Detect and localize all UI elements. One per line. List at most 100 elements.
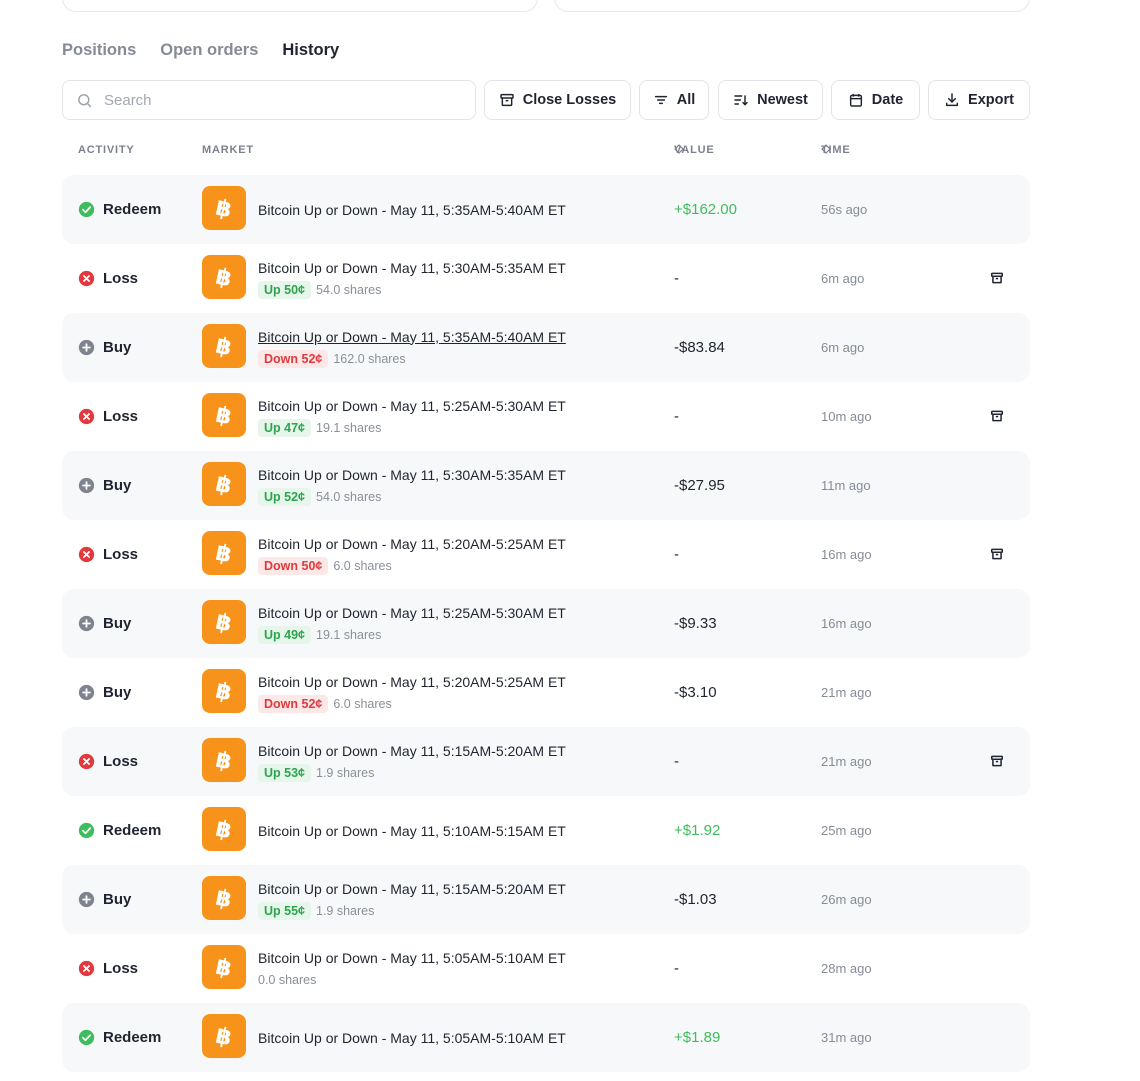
history-table: Redeem ฿ Bitcoin Up or Down - May 11, 5:35…: [62, 175, 1030, 1072]
market-title-link[interactable]: Bitcoin Up or Down - May 11, 5:30AM-5:35…: [258, 259, 566, 277]
table-row[interactable]: Buy ฿ Bitcoin Up or Down - May 11, 5:15AM-…: [62, 865, 1030, 934]
shares-text: 1.9 shares: [316, 765, 375, 780]
outcome-badge: Down 52¢: [258, 349, 329, 368]
archive-icon[interactable]: [990, 754, 1004, 768]
market-cell: Bitcoin Up or Down - May 11, 5:05AM-5:10…: [258, 1003, 566, 1072]
table-row[interactable]: Buy ฿ Bitcoin Up or Down - May 11, 5:20AM-…: [62, 658, 1030, 727]
table-row[interactable]: Loss ฿ Bitcoin Up or Down - May 11, 5:25AM…: [62, 382, 1030, 451]
table-row[interactable]: Loss ฿ Bitcoin Up or Down - May 11, 5:05AM…: [62, 934, 1030, 1003]
market-title-link[interactable]: Bitcoin Up or Down - May 11, 5:35AM-5:40…: [258, 328, 566, 346]
svg-text:฿: ฿: [213, 195, 234, 221]
time-cell: 11m ago: [821, 478, 871, 493]
activity-label: Redeem: [103, 822, 162, 839]
tab-open-orders[interactable]: Open orders: [160, 40, 258, 60]
svg-text:฿: ฿: [213, 747, 234, 773]
close-losses-button[interactable]: Close Losses: [484, 80, 631, 120]
table-row[interactable]: Redeem ฿ Bitcoin Up or Down - May 11, 5:10…: [62, 796, 1030, 865]
market-title-link[interactable]: Bitcoin Up or Down - May 11, 5:35AM-5:40…: [258, 201, 566, 219]
export-label: Export: [968, 92, 1014, 108]
market-cell: Bitcoin Up or Down - May 11, 5:05AM-5:10…: [258, 934, 566, 1003]
header-time-sort[interactable]: TIME: [821, 144, 850, 156]
svg-text:฿: ฿: [213, 885, 234, 911]
table-row[interactable]: Loss ฿ Bitcoin Up or Down - May 11, 5:30AM…: [62, 244, 1030, 313]
market-title-link[interactable]: Bitcoin Up or Down - May 11, 5:20AM-5:25…: [258, 673, 566, 691]
outcome-badge: Up 55¢: [258, 901, 311, 920]
activity-label: Buy: [103, 477, 132, 494]
bitcoin-icon: ฿: [202, 186, 246, 230]
position-details: Up 55¢ 1.9 shares: [258, 901, 566, 920]
value-cell: -: [674, 960, 679, 977]
plus-circle-icon: [78, 615, 95, 632]
bitcoin-icon: ฿: [202, 600, 246, 644]
date-filter-button[interactable]: Date: [831, 80, 920, 120]
archive-icon[interactable]: [990, 409, 1004, 423]
table-row[interactable]: Buy ฿ Bitcoin Up or Down - May 11, 5:35AM-…: [62, 313, 1030, 382]
time-cell: 21m ago: [821, 754, 872, 769]
sort-newest-button[interactable]: Newest: [718, 80, 823, 120]
value-cell: -$9.33: [674, 615, 717, 632]
market-title-link[interactable]: Bitcoin Up or Down - May 11, 5:30AM-5:35…: [258, 466, 566, 484]
header-value-sort[interactable]: VALUE: [674, 144, 714, 156]
filter-all-button[interactable]: All: [639, 80, 709, 120]
value-cell: -: [674, 753, 679, 770]
x-circle-icon: [78, 270, 95, 287]
market-title-link[interactable]: Bitcoin Up or Down - May 11, 5:05AM-5:10…: [258, 1029, 566, 1047]
sort-icon: [734, 95, 748, 106]
value-cell: -: [674, 408, 679, 425]
table-row[interactable]: Buy ฿ Bitcoin Up or Down - May 11, 5:25AM-…: [62, 589, 1030, 658]
activity-cell: Loss: [78, 727, 138, 796]
market-title-link[interactable]: Bitcoin Up or Down - May 11, 5:25AM-5:30…: [258, 397, 566, 415]
bitcoin-icon: ฿: [202, 531, 246, 575]
archive-icon[interactable]: [990, 547, 1004, 561]
plus-circle-icon: [78, 339, 95, 356]
activity-cell: Redeem: [78, 796, 161, 865]
export-button[interactable]: Export: [928, 80, 1030, 120]
activity-cell: Buy: [78, 865, 131, 934]
market-title-link[interactable]: Bitcoin Up or Down - May 11, 5:25AM-5:30…: [258, 604, 566, 622]
table-header: ACTIVITY MARKET VALUE TIME: [78, 144, 851, 156]
tab-history[interactable]: History: [282, 40, 339, 60]
svg-text:฿: ฿: [213, 471, 234, 497]
activity-label: Loss: [103, 408, 139, 425]
position-details: Up 49¢ 19.1 shares: [258, 625, 566, 644]
sort-newest-label: Newest: [757, 92, 808, 108]
filter-all-label: All: [676, 92, 696, 108]
market-cell: Bitcoin Up or Down - May 11, 5:20AM-5:25…: [258, 520, 566, 589]
time-cell: 16m ago: [821, 616, 872, 631]
market-title-link[interactable]: Bitcoin Up or Down - May 11, 5:20AM-5:25…: [258, 535, 566, 553]
tab-positions[interactable]: Positions: [62, 40, 136, 60]
market-title-link[interactable]: Bitcoin Up or Down - May 11, 5:15AM-5:20…: [258, 880, 566, 898]
archive-icon[interactable]: [990, 271, 1004, 285]
bitcoin-icon: ฿: [202, 324, 246, 368]
tab-bar: Positions Open orders History: [62, 40, 339, 60]
activity-label: Buy: [103, 891, 132, 908]
table-row[interactable]: Loss ฿ Bitcoin Up or Down - May 11, 5:20AM…: [62, 520, 1030, 589]
table-row[interactable]: Redeem ฿ Bitcoin Up or Down - May 11, 5:05…: [62, 1003, 1030, 1072]
table-row[interactable]: Buy ฿ Bitcoin Up or Down - May 11, 5:30AM-…: [62, 451, 1030, 520]
search-input[interactable]: [104, 91, 444, 109]
plus-circle-icon: [78, 477, 95, 494]
market-title-link[interactable]: Bitcoin Up or Down - May 11, 5:15AM-5:20…: [258, 742, 566, 760]
time-cell: 21m ago: [821, 685, 872, 700]
svg-text:฿: ฿: [213, 609, 234, 635]
market-cell: Bitcoin Up or Down - May 11, 5:10AM-5:15…: [258, 796, 566, 865]
outcome-badge: Up 50¢: [258, 280, 311, 299]
position-details: Up 53¢ 1.9 shares: [258, 763, 566, 782]
shares-text: 0.0 shares: [258, 972, 317, 987]
search-box[interactable]: [62, 80, 476, 120]
activity-label: Redeem: [103, 201, 162, 218]
shares-text: 19.1 shares: [316, 420, 382, 435]
table-row[interactable]: Loss ฿ Bitcoin Up or Down - May 11, 5:15AM…: [62, 727, 1030, 796]
calendar-icon: [849, 94, 862, 107]
market-cell: Bitcoin Up or Down - May 11, 5:35AM-5:40…: [258, 175, 566, 244]
value-cell: -$83.84: [674, 339, 725, 356]
market-title-link[interactable]: Bitcoin Up or Down - May 11, 5:05AM-5:10…: [258, 949, 566, 967]
value-cell: +$1.89: [674, 1029, 721, 1046]
plus-circle-icon: [78, 891, 95, 908]
market-cell: Bitcoin Up or Down - May 11, 5:30AM-5:35…: [258, 244, 566, 313]
outcome-badge: Up 53¢: [258, 763, 311, 782]
market-title-link[interactable]: Bitcoin Up or Down - May 11, 5:10AM-5:15…: [258, 822, 566, 840]
x-circle-icon: [78, 408, 95, 425]
plus-circle-icon: [78, 684, 95, 701]
table-row[interactable]: Redeem ฿ Bitcoin Up or Down - May 11, 5:35…: [62, 175, 1030, 244]
